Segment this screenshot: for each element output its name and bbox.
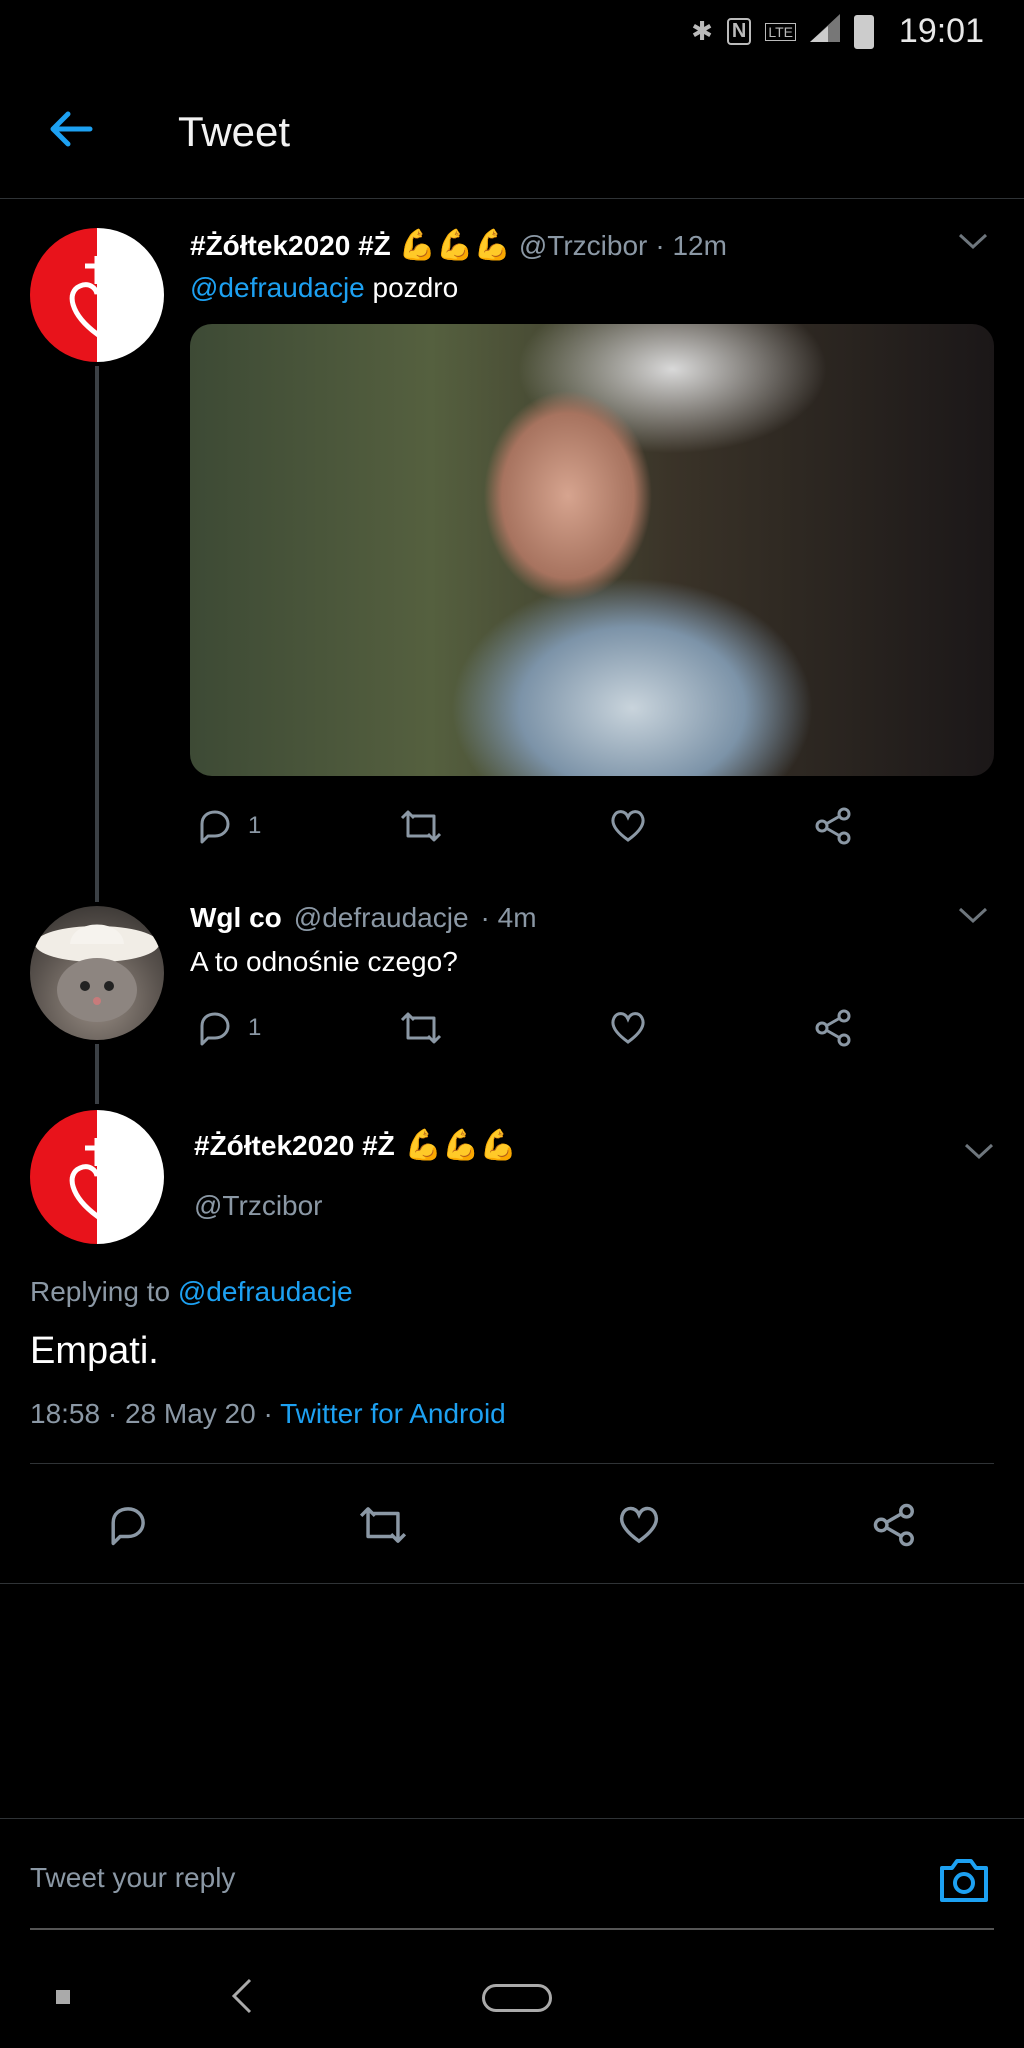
mention-link[interactable]: @defraudacje (190, 272, 365, 303)
like-button[interactable] (616, 1502, 662, 1548)
share-icon (815, 1009, 851, 1047)
recent-apps-button[interactable] (56, 1990, 70, 2004)
tweet-image[interactable] (190, 324, 994, 776)
retweet-icon (359, 1507, 407, 1543)
tweet-timestamp: 18:58 · 28 May 20 · (30, 1398, 281, 1429)
nfc-icon: N (726, 18, 752, 45)
retweet-button[interactable] (398, 1008, 444, 1048)
composer-divider (0, 1818, 1024, 1819)
tweet-text: @defraudacje pozdro (190, 272, 458, 304)
reply-underline (30, 1928, 994, 1930)
reply-count: 1 (248, 1014, 262, 1041)
retweet-icon (400, 1012, 442, 1044)
share-icon (815, 807, 851, 845)
chevron-down-icon[interactable] (958, 226, 988, 258)
lte-icon: LTE (765, 22, 796, 41)
tweet-meta: 18:58 · 28 May 20 · Twitter for Android (30, 1398, 506, 1430)
tweet-divider (30, 1463, 994, 1464)
thread-line (95, 1044, 99, 1104)
arrow-left-icon (50, 111, 93, 147)
tweet-header: Wgl co @defraudacje · 4m (190, 902, 537, 934)
actions-divider (0, 1583, 1024, 1584)
tweet-text: Empati. (30, 1330, 159, 1372)
user-handle[interactable]: @Trzcibor (519, 230, 648, 262)
reply-input[interactable]: Tweet your reply (30, 1862, 235, 1894)
share-button[interactable] (814, 806, 854, 846)
heart-icon (619, 1506, 659, 1544)
heart-icon (611, 1012, 645, 1044)
replying-to: Replying to @defraudacje (30, 1276, 353, 1308)
mention-link[interactable]: @defraudacje (178, 1276, 353, 1307)
share-icon (873, 1503, 914, 1547)
user-handle[interactable]: @Trzcibor (194, 1190, 323, 1222)
thread-line (95, 366, 99, 902)
system-nav-bar (0, 1948, 1024, 2048)
chevron-down-icon[interactable] (964, 1136, 994, 1168)
home-button[interactable] (482, 1984, 552, 2012)
system-back-button[interactable] (228, 1976, 254, 2021)
chevron-down-icon[interactable] (958, 900, 988, 932)
reply-count: 1 (248, 812, 262, 839)
retweet-icon (400, 810, 442, 842)
tweet-time: · 4m (480, 902, 537, 933)
retweet-button[interactable] (356, 1502, 410, 1548)
vendee-heart-logo (30, 228, 164, 362)
tweet-text-body: pozdro (364, 272, 459, 303)
tweet-text: A to odnośnie czego? (190, 946, 458, 977)
bluetooth-icon: ✱ (691, 16, 713, 46)
flexed-biceps-emoji: 💪💪💪 (398, 229, 511, 262)
camera-button[interactable] (938, 1856, 990, 1909)
tweet-header: #Żółtek2020 #Ż 💪💪💪 @Trzcibor · 12m (190, 228, 727, 263)
reply-icon (200, 1012, 230, 1046)
chevron-left-icon (231, 1978, 252, 2014)
header-divider (0, 198, 1024, 199)
source-link[interactable]: Twitter for Android (280, 1398, 506, 1429)
heart-icon (611, 810, 645, 842)
avatar[interactable] (30, 228, 164, 362)
avatar[interactable] (30, 906, 164, 1040)
retweet-button[interactable] (398, 806, 444, 846)
reply-button[interactable]: 1 (194, 1008, 261, 1048)
reply-button[interactable]: 1 (194, 806, 261, 846)
share-button[interactable] (872, 1502, 918, 1548)
avatar[interactable] (30, 1110, 164, 1244)
flexed-biceps-emoji: 💪💪💪 (404, 1129, 517, 1162)
display-name[interactable]: #Żółtek2020 #Ż (190, 230, 391, 262)
cat-cowboy-hat-picture (35, 924, 159, 1022)
back-button[interactable] (46, 104, 96, 154)
display-name[interactable]: Wgl co (190, 902, 282, 934)
signal-icon (810, 14, 840, 49)
display-name[interactable]: #Żółtek2020 #Ż (194, 1130, 395, 1162)
status-bar: ✱ N LTE 19:01 (0, 0, 1024, 62)
tweet-header: #Żółtek2020 #Ż 💪💪💪 (194, 1128, 517, 1163)
user-handle[interactable]: @defraudacje (294, 902, 469, 934)
reply-button[interactable] (104, 1502, 150, 1548)
page-title: Tweet (178, 108, 291, 155)
status-icons: ✱ N LTE (691, 14, 874, 49)
status-time: 19:01 (898, 12, 984, 50)
vendee-heart-logo (30, 1110, 164, 1244)
like-button[interactable] (608, 806, 648, 846)
reply-icon (200, 810, 230, 844)
tweet-time: · 12m (655, 229, 727, 261)
battery-icon (854, 14, 874, 49)
like-button[interactable] (608, 1008, 648, 1048)
share-button[interactable] (814, 1008, 854, 1048)
replying-prefix: Replying to (30, 1276, 178, 1307)
reply-icon (111, 1507, 145, 1546)
camera-icon (940, 1859, 988, 1902)
